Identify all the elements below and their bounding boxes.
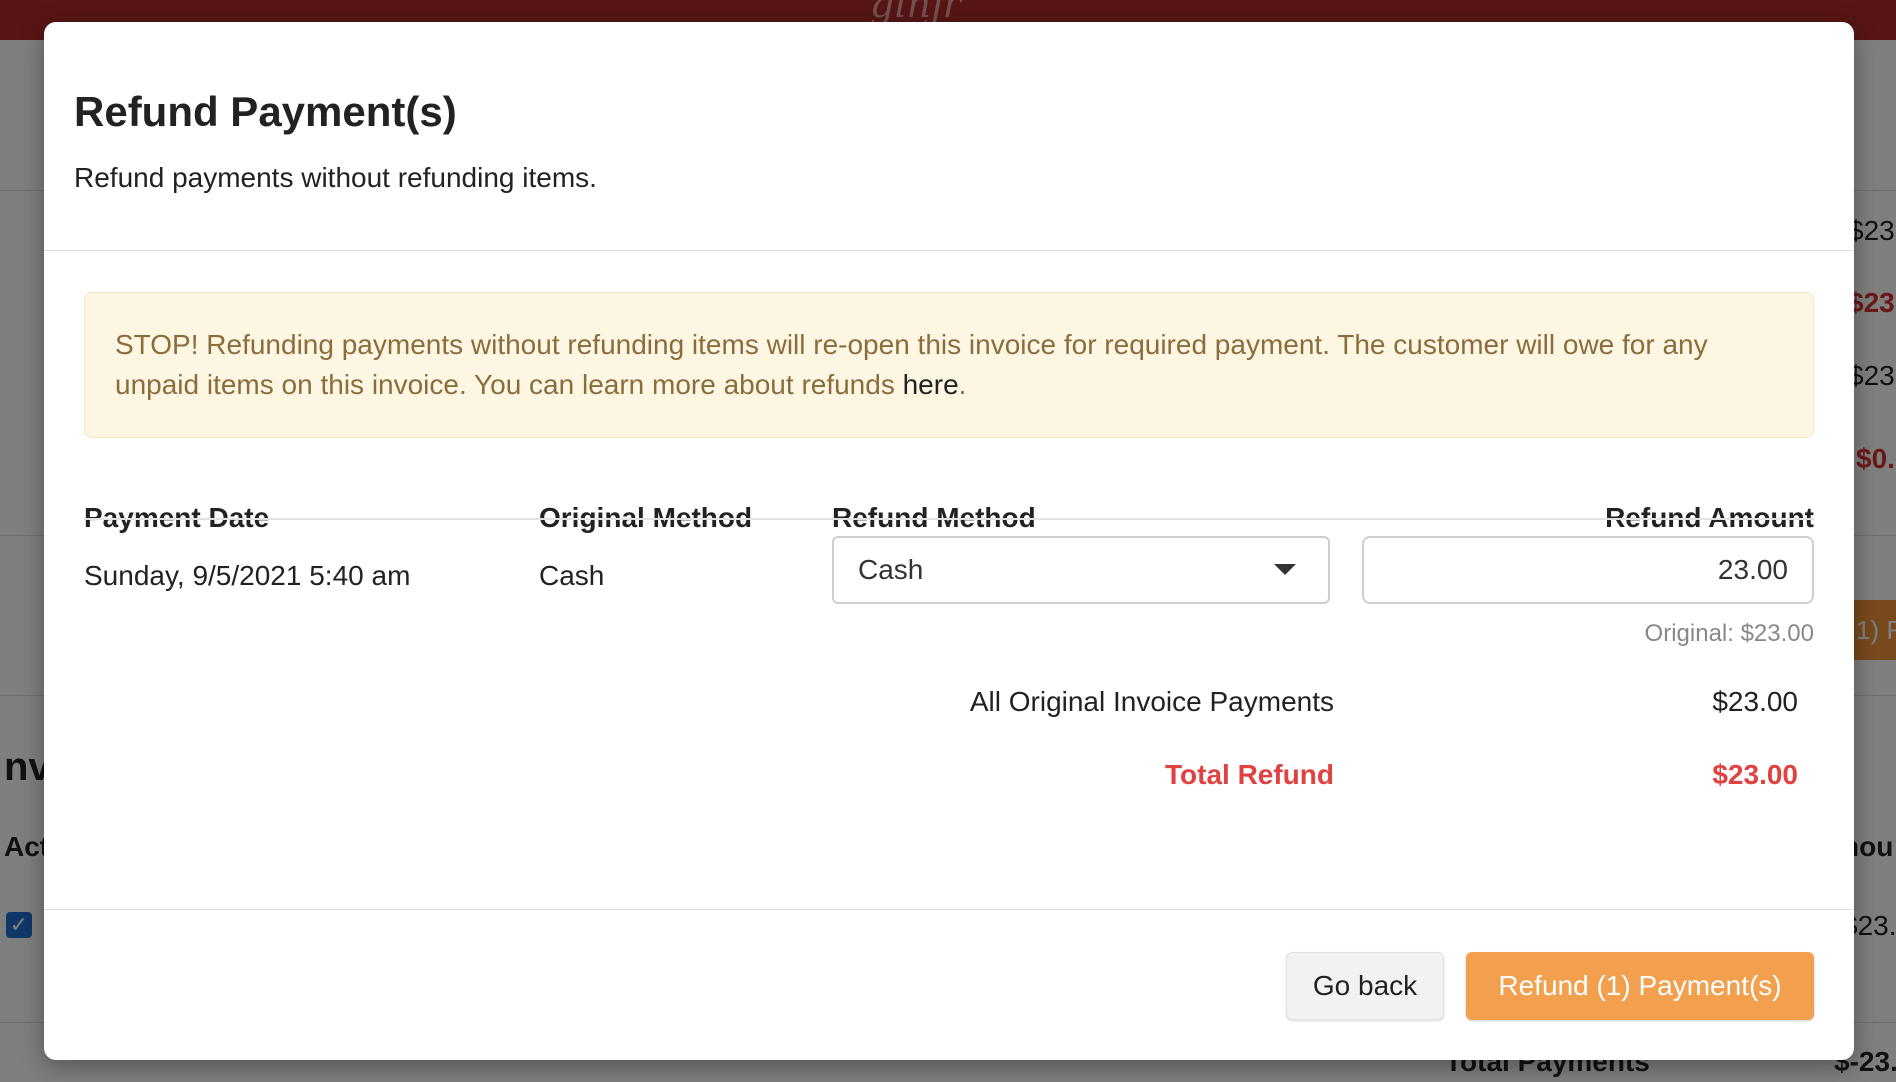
modal-title: Refund Payment(s) [74, 88, 457, 135]
total-refund-value: $23.00 [1712, 759, 1798, 790]
all-payments-label: All Original Invoice Payments [969, 686, 1334, 717]
modal-footer-divider [44, 909, 1854, 910]
original-amount-note: Original: $23.00 [1644, 620, 1814, 647]
modal-header: Refund Payment(s) Refund payments withou… [44, 22, 1854, 251]
caret-down-icon [1274, 564, 1296, 575]
modal-subtitle: Refund payments without refunding items. [74, 162, 597, 193]
refund-method-select[interactable]: Cash [832, 536, 1330, 604]
refund-payments-modal: Refund Payment(s) Refund payments withou… [44, 22, 1854, 1060]
learn-more-link[interactable]: here [903, 369, 959, 400]
go-back-button[interactable]: Go back [1286, 952, 1444, 1020]
table-header-divider [84, 518, 1814, 520]
warning-alert: STOP! Refunding payments without refundi… [84, 292, 1814, 438]
refund-payments-button[interactable]: Refund (1) Payment(s) [1466, 952, 1814, 1020]
refund-method-value: Cash [858, 554, 924, 585]
all-payments-value: $23.00 [1712, 686, 1798, 717]
total-refund-label: Total Refund [1164, 759, 1334, 790]
original-method-cell: Cash [539, 560, 605, 591]
refund-amount-input[interactable] [1362, 536, 1814, 604]
payment-date-cell: Sunday, 9/5/2021 5:40 am [84, 560, 411, 591]
alert-suffix: . [958, 369, 967, 400]
